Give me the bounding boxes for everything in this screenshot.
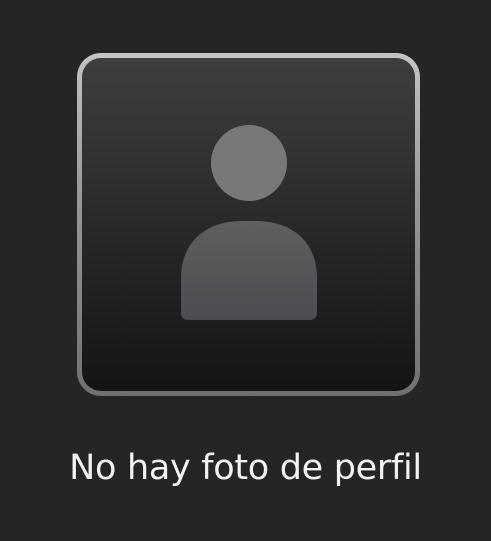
profile-photo-placeholder xyxy=(82,58,415,391)
no-profile-photo-screen: No hay foto de perfil xyxy=(0,0,491,541)
silhouette-head xyxy=(211,125,287,201)
no-profile-photo-caption: No hay foto de perfil xyxy=(69,448,422,488)
profile-photo-frame xyxy=(77,53,420,396)
person-silhouette-icon xyxy=(181,125,317,320)
silhouette-body xyxy=(181,221,317,320)
